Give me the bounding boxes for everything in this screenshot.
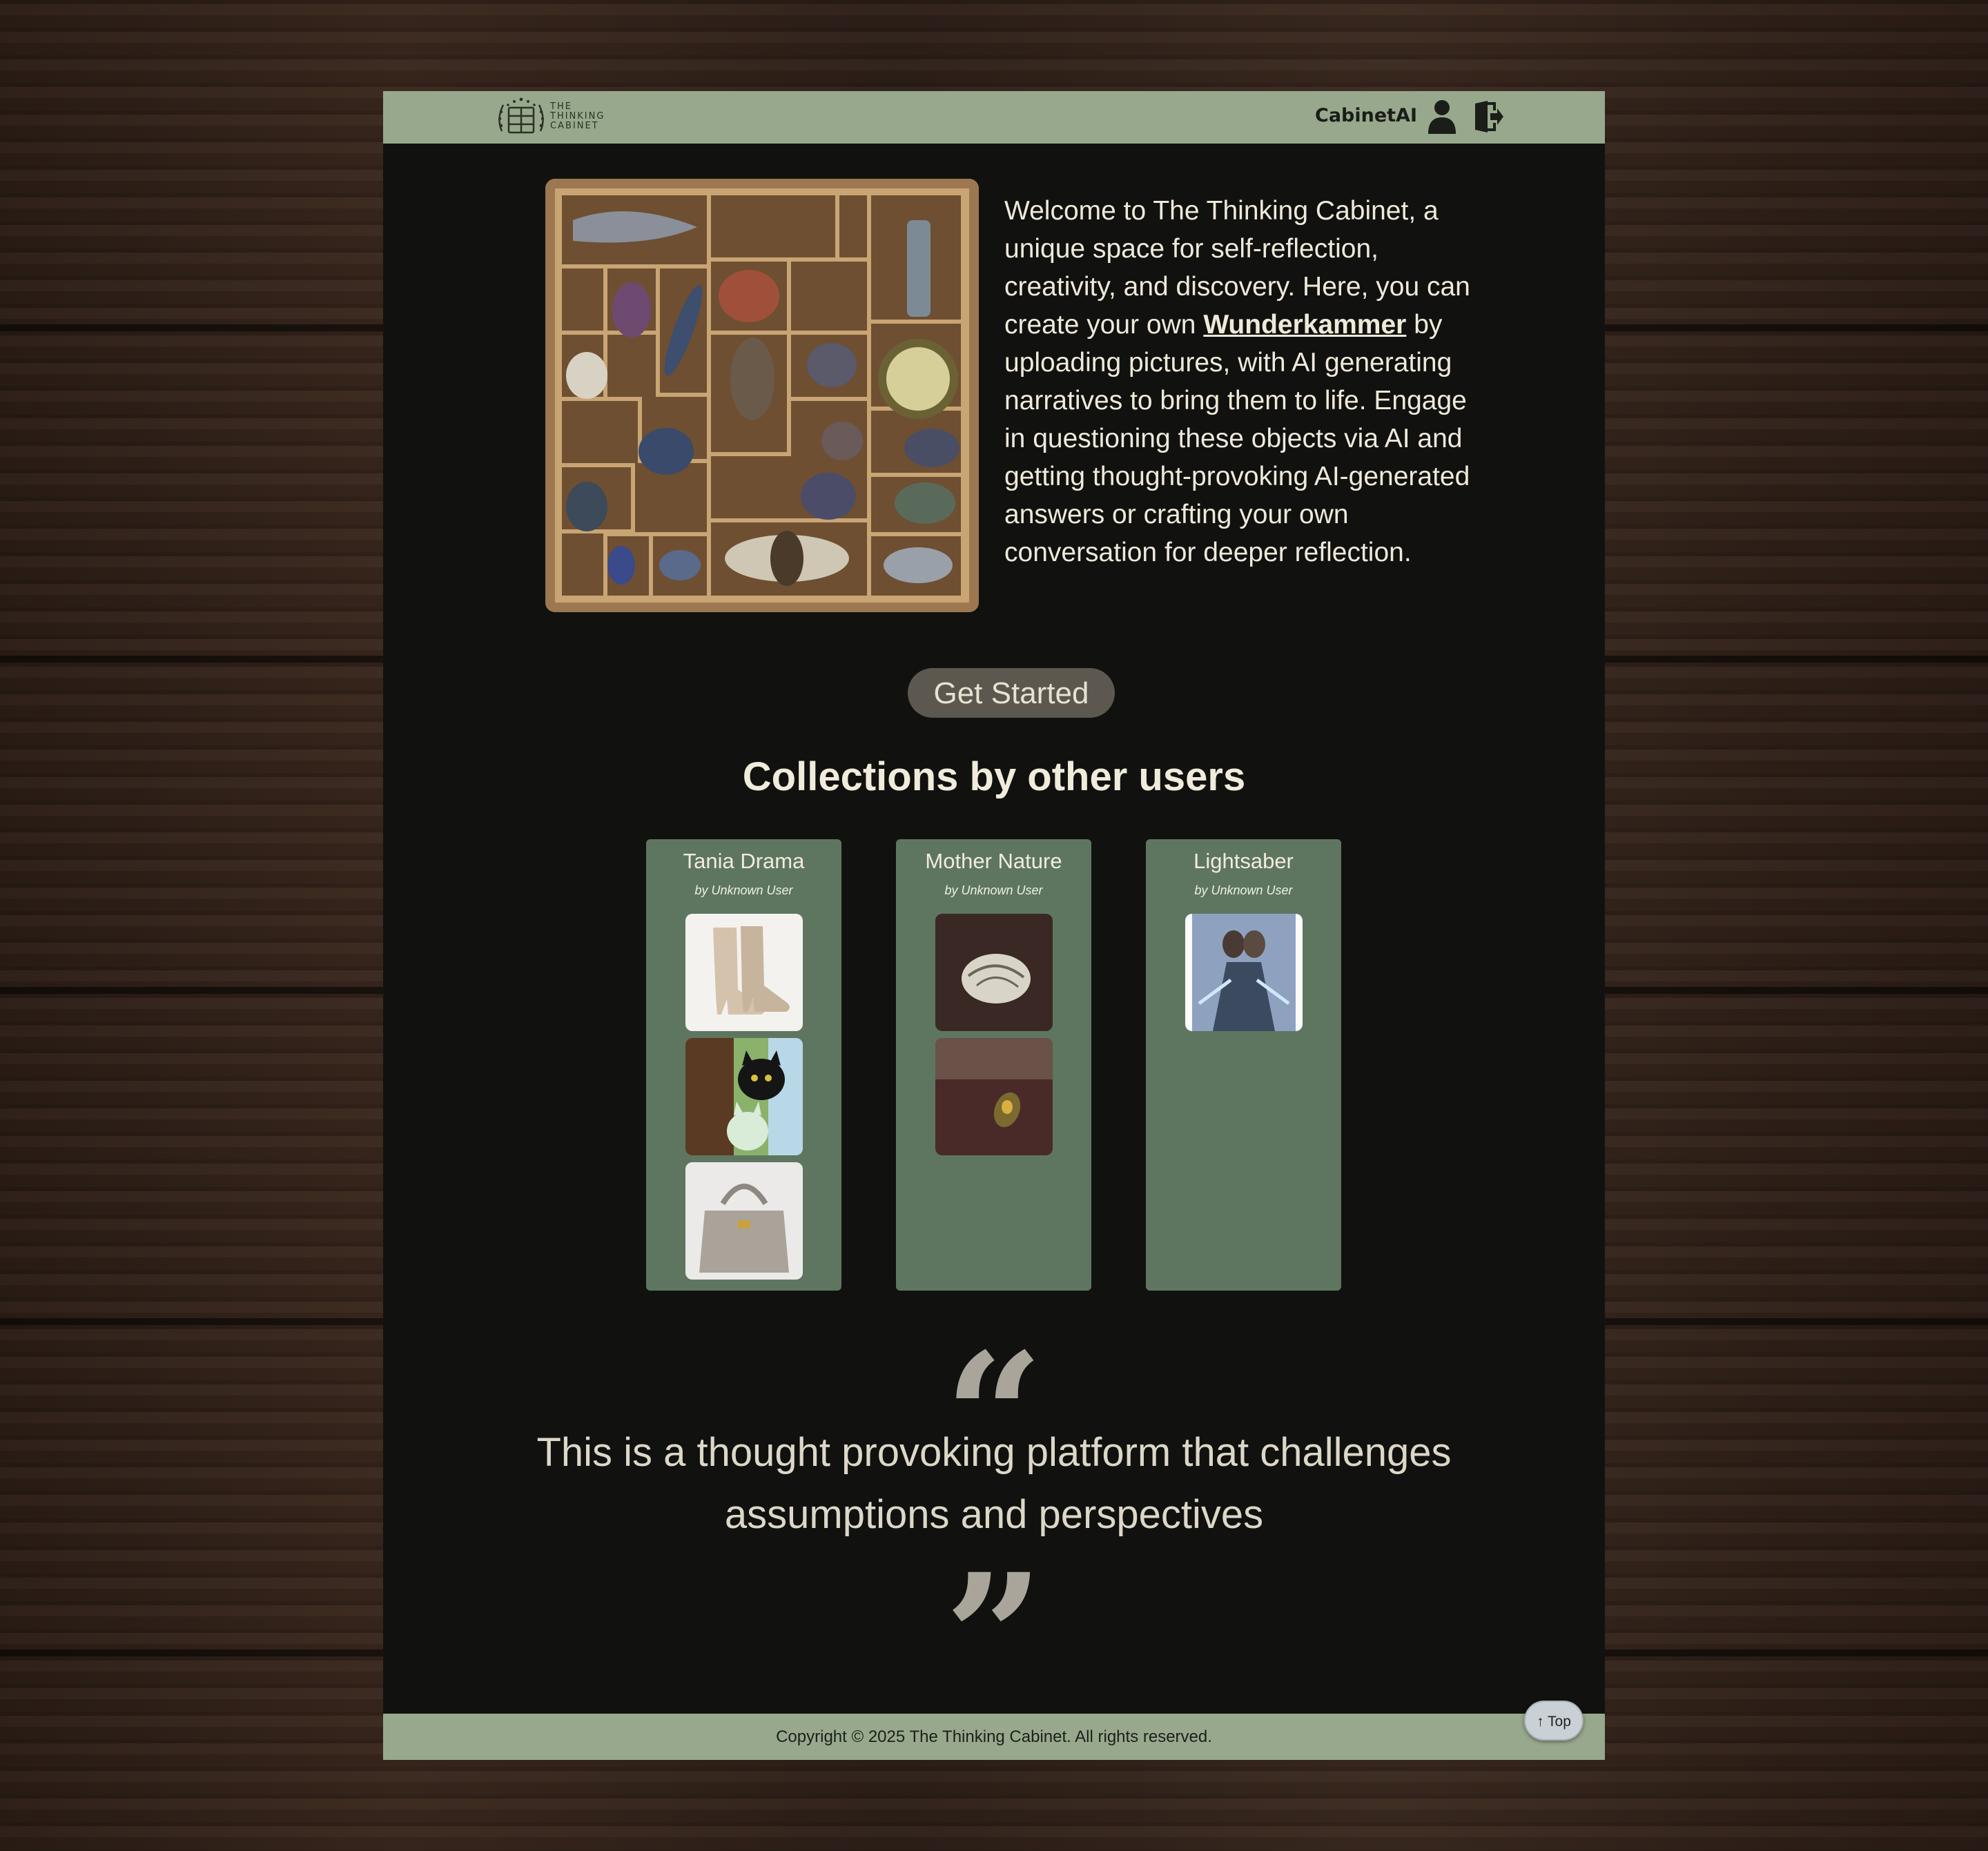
- get-started-button[interactable]: Get Started: [908, 668, 1115, 718]
- collection-author: by Unknown User: [944, 883, 1043, 897]
- thumb-amber-stone[interactable]: [935, 1038, 1053, 1155]
- thumb-lightsaber-duo-poster[interactable]: [1185, 914, 1303, 1031]
- logo-line: THINKING: [550, 111, 605, 121]
- scroll-to-top-button[interactable]: ↑ Top: [1524, 1701, 1583, 1741]
- collection-title[interactable]: Mother Nature: [896, 849, 1091, 874]
- logo-line: THE: [550, 101, 572, 112]
- site-logo[interactable]: THE THINKING CABINET: [495, 95, 605, 139]
- collection-card[interactable]: Mother Nature by Unknown User: [896, 839, 1091, 1291]
- copyright-text: Copyright © 2025 The Thinking Cabinet. A…: [776, 1727, 1212, 1746]
- collection-card[interactable]: Lightsaber by Unknown User: [1146, 839, 1341, 1291]
- collections-title: Collections by other users: [742, 754, 1246, 799]
- thumb-seashell[interactable]: [935, 914, 1053, 1031]
- collection-card[interactable]: Tania Drama by Unknown User: [646, 839, 841, 1291]
- user-icon[interactable]: [1427, 99, 1457, 134]
- logout-icon[interactable]: [1472, 99, 1504, 134]
- collection-title[interactable]: Tania Drama: [646, 849, 841, 874]
- curiosity-cabinet-image: [545, 179, 979, 612]
- intro-text: Welcome to The Thinking Cabinet, a uniqu…: [1004, 192, 1488, 571]
- collection-author: by Unknown User: [1194, 883, 1293, 897]
- collection-title[interactable]: Lightsaber: [1146, 849, 1341, 874]
- thumb-beige-ankle-boots[interactable]: [685, 914, 803, 1031]
- page: THE THINKING CABINET CabinetAI Welcome t…: [383, 91, 1605, 1760]
- header-bar: THE THINKING CABINET CabinetAI: [383, 91, 1605, 144]
- thumb-black-cat-and-plush-toy[interactable]: [685, 1038, 803, 1155]
- cabinet-logo-icon: [498, 97, 545, 134]
- testimonial-quote: This is a thought provoking platform tha…: [536, 1430, 1452, 1537]
- logo-line: CABINET: [550, 121, 599, 131]
- intro-text-end: by uploading pictures, with AI generatin…: [1004, 310, 1470, 567]
- quote-close-icon: ”: [944, 1536, 1044, 1739]
- wunderkammer-link[interactable]: Wunderkammer: [1203, 310, 1406, 340]
- logo-text: THE THINKING CABINET: [550, 102, 605, 131]
- thumb-grey-handbag[interactable]: [685, 1162, 803, 1280]
- collection-author: by Unknown User: [694, 883, 793, 897]
- footer-bar: Copyright © 2025 The Thinking Cabinet. A…: [383, 1714, 1605, 1760]
- brand-link[interactable]: CabinetAI: [1315, 105, 1417, 126]
